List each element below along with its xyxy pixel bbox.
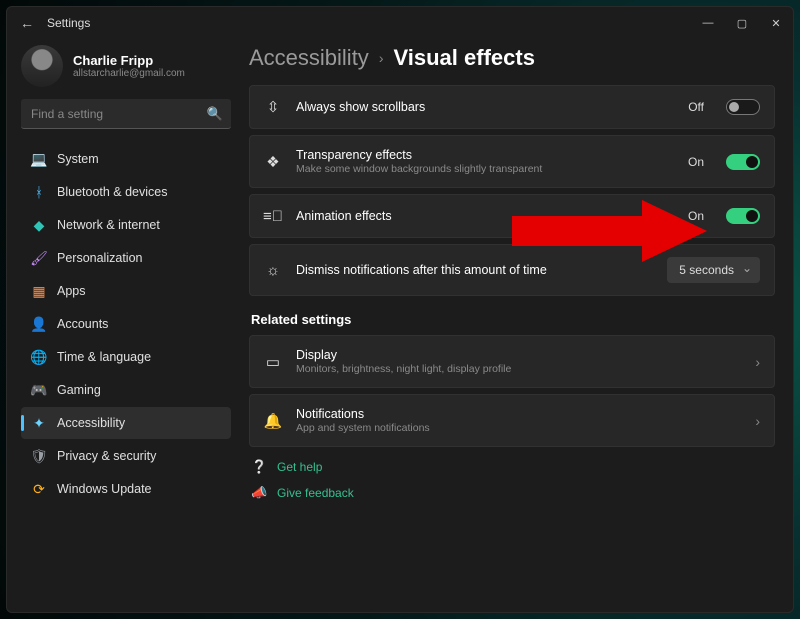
setting-title: Dismiss notifications after this amount … — [296, 263, 653, 277]
sidebar-item-label: Time & language — [57, 350, 151, 364]
sidebar-item-label: Apps — [57, 284, 86, 298]
sidebar-item-personalization[interactable]: 🖌 Personalization — [21, 242, 231, 274]
related-subtitle: Monitors, brightness, night light, displ… — [296, 363, 741, 375]
titlebar: ← Settings — ▢ ✕ — [7, 7, 793, 39]
avatar — [21, 45, 63, 87]
setting-title: Always show scrollbars — [296, 100, 674, 114]
monitor-icon: ▭ — [264, 353, 282, 371]
person-icon: 👤 — [31, 316, 47, 332]
page-title: Visual effects — [393, 45, 534, 71]
sidebar-item-label: Accessibility — [57, 416, 125, 430]
scrollbars-toggle[interactable] — [726, 99, 760, 115]
main-panel: Accessibility › Visual effects ⇳ Always … — [239, 39, 793, 612]
window-title: Settings — [47, 16, 691, 30]
sidebar-item-accounts[interactable]: 👤 Accounts — [21, 308, 231, 340]
user-name: Charlie Fripp — [73, 53, 185, 68]
dismiss-time-dropdown[interactable]: 5 seconds — [667, 257, 760, 283]
content-area: Charlie Fripp allstarcharlie@gmail.com 🔍… — [7, 39, 793, 612]
sidebar-item-label: Windows Update — [57, 482, 152, 496]
animation-icon: ≡⃝ — [264, 207, 282, 225]
sidebar-item-label: Network & internet — [57, 218, 160, 232]
helper-links: ❔ Get help 📣 Give feedback — [249, 459, 775, 501]
setting-transparency-effects: ❖ Transparency effects Make some window … — [249, 135, 775, 188]
sidebar-item-system[interactable]: 💻 System — [21, 143, 231, 175]
network-icon: ◆ — [31, 217, 47, 233]
give-feedback-link[interactable]: 📣 Give feedback — [251, 485, 775, 501]
search-input[interactable] — [21, 99, 231, 129]
setting-animation-effects: ≡⃝ Animation effects On — [249, 194, 775, 238]
chevron-right-icon: › — [379, 50, 384, 66]
apps-icon: ▦ — [31, 283, 47, 299]
maximize-button[interactable]: ▢ — [725, 7, 759, 39]
sidebar-item-update[interactable]: ⟳ Windows Update — [21, 473, 231, 505]
sidebar-item-network[interactable]: ◆ Network & internet — [21, 209, 231, 241]
update-icon: ⟳ — [31, 481, 47, 497]
setting-always-show-scrollbars: ⇳ Always show scrollbars Off — [249, 85, 775, 129]
close-button[interactable]: ✕ — [759, 7, 793, 39]
sidebar-item-label: Bluetooth & devices — [57, 185, 168, 199]
user-block[interactable]: Charlie Fripp allstarcharlie@gmail.com — [21, 45, 231, 87]
sidebar-item-label: Accounts — [57, 317, 108, 331]
sidebar-item-accessibility[interactable]: ✦ Accessibility — [21, 407, 231, 439]
sidebar: Charlie Fripp allstarcharlie@gmail.com 🔍… — [7, 39, 239, 612]
minimize-button[interactable]: — — [691, 7, 725, 39]
shield-icon: 🛡 — [31, 448, 47, 464]
related-notifications[interactable]: 🔔 Notifications App and system notificat… — [249, 394, 775, 447]
setting-title: Transparency effects — [296, 148, 674, 162]
settings-window: ← Settings — ▢ ✕ Charlie Fripp allstarch… — [6, 6, 794, 613]
sidebar-item-time[interactable]: 🌐 Time & language — [21, 341, 231, 373]
breadcrumb: Accessibility › Visual effects — [249, 45, 775, 71]
related-display[interactable]: ▭ Display Monitors, brightness, night li… — [249, 335, 775, 388]
related-title: Notifications — [296, 407, 741, 421]
breadcrumb-parent[interactable]: Accessibility — [249, 45, 369, 71]
toggle-state: On — [688, 155, 704, 169]
sidebar-item-label: System — [57, 152, 99, 166]
globe-icon: 🌐 — [31, 349, 47, 365]
sidebar-item-gaming[interactable]: 🎮 Gaming — [21, 374, 231, 406]
transparency-icon: ❖ — [264, 153, 282, 171]
sidebar-item-bluetooth[interactable]: ᚼ Bluetooth & devices — [21, 176, 231, 208]
chevron-right-icon: › — [755, 413, 760, 429]
toggle-state: Off — [688, 100, 704, 114]
feedback-icon: 📣 — [251, 485, 267, 501]
related-settings-heading: Related settings — [251, 312, 775, 327]
transparency-toggle[interactable] — [726, 154, 760, 170]
brush-icon: 🖌 — [31, 250, 47, 266]
sidebar-item-privacy[interactable]: 🛡 Privacy & security — [21, 440, 231, 472]
back-button[interactable]: ← — [15, 15, 39, 31]
help-icon: ❔ — [251, 459, 267, 475]
sidebar-item-label: Personalization — [57, 251, 142, 265]
setting-dismiss-notifications: ☼ Dismiss notifications after this amoun… — [249, 244, 775, 296]
sidebar-item-label: Gaming — [57, 383, 101, 397]
accessibility-icon: ✦ — [31, 415, 47, 431]
bell-icon: 🔔 — [264, 412, 282, 430]
gamepad-icon: 🎮 — [31, 382, 47, 398]
search-wrapper: 🔍 — [21, 99, 231, 129]
get-help-link[interactable]: ❔ Get help — [251, 459, 775, 475]
related-title: Display — [296, 348, 741, 362]
search-icon: 🔍 — [207, 106, 223, 122]
sidebar-item-label: Privacy & security — [57, 449, 156, 463]
sun-icon: ☼ — [264, 261, 282, 279]
related-subtitle: App and system notifications — [296, 422, 741, 434]
user-email: allstarcharlie@gmail.com — [73, 68, 185, 79]
bluetooth-icon: ᚼ — [31, 184, 47, 200]
toggle-state: On — [688, 209, 704, 223]
chevron-right-icon: › — [755, 354, 760, 370]
system-icon: 💻 — [31, 151, 47, 167]
scrollbars-icon: ⇳ — [264, 98, 282, 116]
animation-toggle[interactable] — [726, 208, 760, 224]
nav-list: 💻 System ᚼ Bluetooth & devices ◆ Network & … — [21, 143, 231, 505]
setting-title: Animation effects — [296, 209, 674, 223]
setting-subtitle: Make some window backgrounds slightly tr… — [296, 163, 674, 175]
sidebar-item-apps[interactable]: ▦ Apps — [21, 275, 231, 307]
